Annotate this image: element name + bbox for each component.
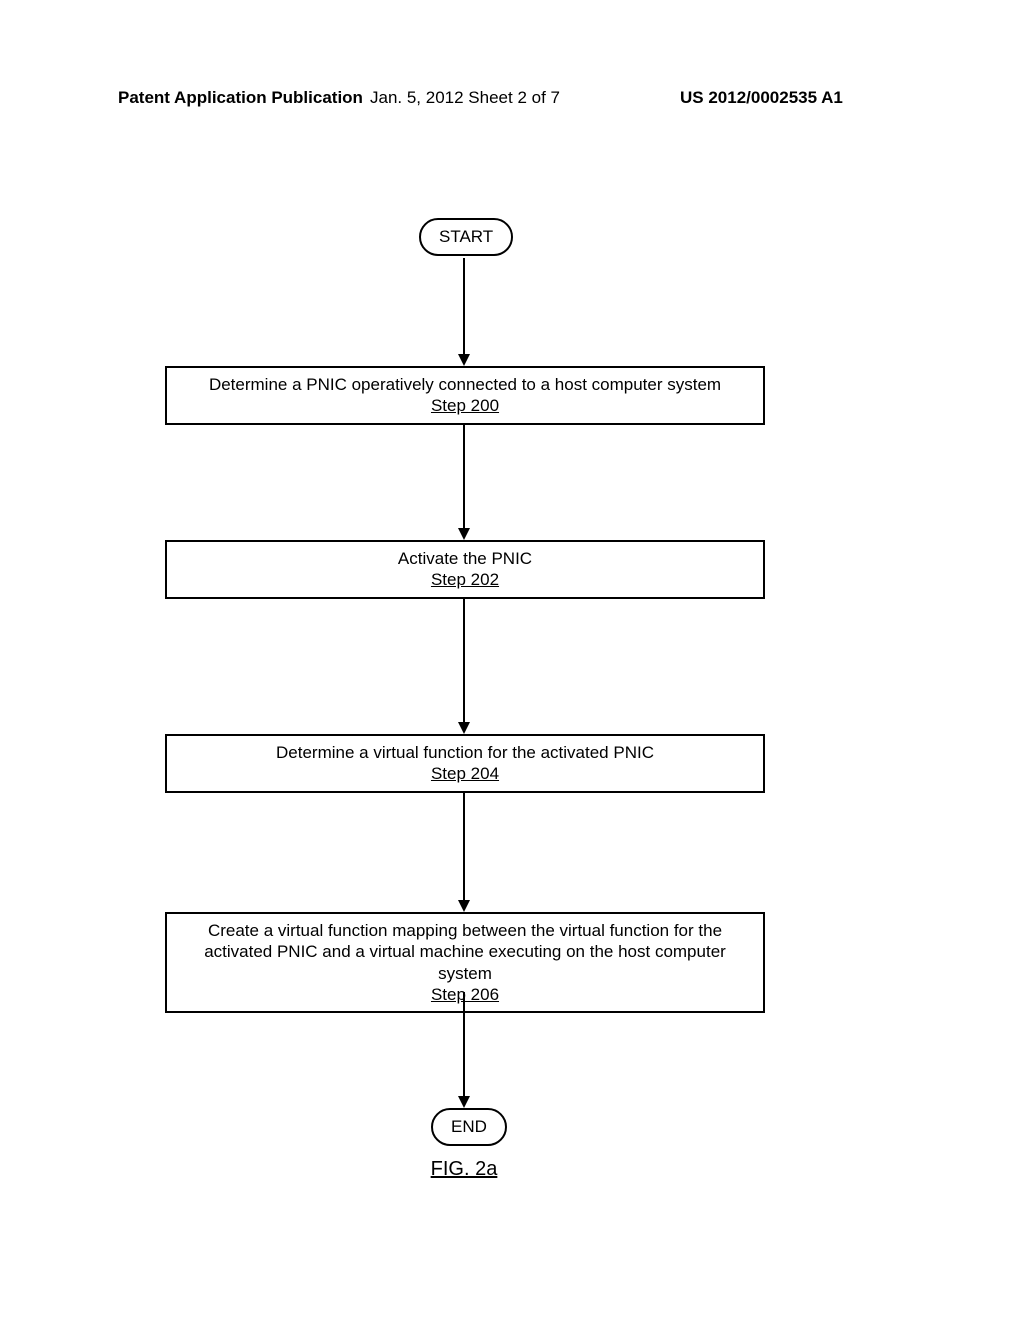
step-204: Determine a virtual function for the act… xyxy=(165,734,765,793)
step-200-text: Determine a PNIC operatively connected t… xyxy=(177,374,753,395)
step-202-text: Activate the PNIC xyxy=(177,548,753,569)
step-204-text: Determine a virtual function for the act… xyxy=(177,742,753,763)
start-label: START xyxy=(439,227,493,246)
arrow-204-206 xyxy=(462,792,466,912)
step-200: Determine a PNIC operatively connected t… xyxy=(165,366,765,425)
terminator-start: START xyxy=(419,218,513,256)
figure-label-text: FIG. 2a xyxy=(431,1158,498,1180)
arrow-202-204 xyxy=(462,598,466,734)
terminator-end: END xyxy=(431,1108,507,1146)
arrow-start-200 xyxy=(462,258,466,366)
step-204-label: Step 204 xyxy=(177,763,753,784)
step-206-text: Create a virtual function mapping betwee… xyxy=(177,920,753,984)
arrow-206-end xyxy=(462,992,466,1108)
end-label: END xyxy=(451,1117,487,1136)
step-200-label: Step 200 xyxy=(177,395,753,416)
arrow-200-202 xyxy=(462,424,466,540)
figure-label: FIG. 2a xyxy=(414,1158,514,1181)
step-202: Activate the PNIC Step 202 xyxy=(165,540,765,599)
step-202-label: Step 202 xyxy=(177,569,753,590)
flowchart: START Determine a PNIC operatively conne… xyxy=(0,0,1024,1320)
